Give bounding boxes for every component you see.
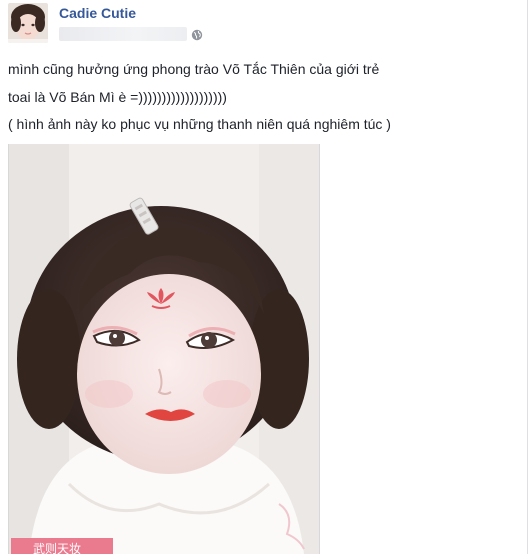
post-photo[interactable]: 武则天妆 — [8, 144, 320, 554]
avatar[interactable] — [8, 3, 48, 43]
post-text-line: mình cũng hưởng ứng phong trào Võ Tắc Th… — [8, 61, 380, 77]
post-text-line: ( hình ảnh này ko phục vụ những thanh ni… — [8, 116, 391, 132]
post-text-line: toai là Võ Bán Mì è =))))))))))))))))))) — [8, 89, 227, 105]
photo-watermark: 武则天妆 — [11, 538, 113, 554]
timestamp-redacted — [59, 27, 187, 41]
author-name[interactable]: Cadie Cutie — [59, 5, 136, 21]
feed-post: Cadie Cutie mình cũng hưởng ứng phong tr… — [0, 0, 528, 554]
globe-icon[interactable] — [191, 28, 203, 41]
